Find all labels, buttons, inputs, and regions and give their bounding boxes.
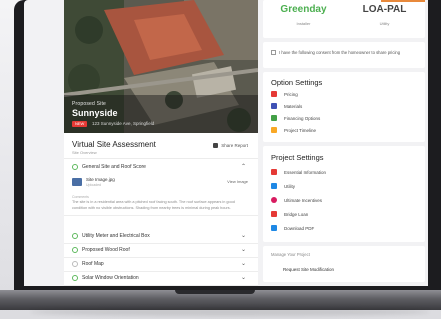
project-settings-title: Project Settings xyxy=(271,153,324,162)
app-screen: Proposed Site Sunnyside NEW 123 Sunnysid… xyxy=(24,0,428,286)
consent-row[interactable]: I have the following consent from the ho… xyxy=(271,50,401,56)
accordion-label: General Site and Roof Score xyxy=(82,164,146,170)
chevron-down-icon[interactable]: ⌄ xyxy=(241,274,246,281)
accordion-roof-map[interactable]: Roof Map ⌄ xyxy=(64,257,258,272)
consent-checkbox[interactable] xyxy=(271,50,276,56)
grid-icon xyxy=(271,103,277,109)
accordion-general-site[interactable]: General Site and Roof Score ⌃ Site Image… xyxy=(64,160,258,216)
accordion-proposed-roof[interactable]: Proposed Wood Roof ⌄ xyxy=(64,243,258,258)
settings-panel: Greenday Installer LOA-PAL Utility I hav… xyxy=(263,0,425,286)
accordion-label: Roof Map xyxy=(82,261,104,267)
manage-project-label: Manage Your Project xyxy=(271,252,310,257)
comments-label: Comments xyxy=(72,195,89,199)
project-label: Ultimate Incentives xyxy=(284,197,323,203)
accordion-label: Solar Window Orientation xyxy=(82,275,139,281)
tag-icon xyxy=(271,197,277,203)
check-circle-icon xyxy=(72,275,78,281)
file-name: Site Image.jpg xyxy=(86,177,115,182)
status-badge: NEW xyxy=(72,121,88,127)
option-label: Materials xyxy=(284,103,303,109)
kpi-label: Utility xyxy=(379,21,390,26)
assessment-header: Virtual Site Assessment Site Overview Sh… xyxy=(64,135,258,159)
accordion-solar-window[interactable]: Solar Window Orientation ⌄ xyxy=(64,271,258,286)
bolt-icon xyxy=(271,183,277,189)
site-caption: Proposed Site xyxy=(72,101,107,107)
circle-icon xyxy=(72,261,78,267)
comments-text: The site is in a residential area with a… xyxy=(72,200,235,210)
kpi-card: Greenday Installer LOA-PAL Utility xyxy=(263,0,425,38)
laptop-notch xyxy=(175,290,255,294)
consent-text: I have the following consent from the ho… xyxy=(279,50,401,55)
view-image-link[interactable]: View Image xyxy=(227,179,248,184)
dollar-icon xyxy=(271,91,277,97)
check-circle-icon xyxy=(72,247,78,253)
project-settings-card: Project Settings Essential Information U… xyxy=(263,146,425,242)
image-thumbnail xyxy=(72,178,82,186)
site-address: 123 Sunnyside Ave, Springfield xyxy=(92,121,155,126)
kpi-value: LOA-PAL xyxy=(362,4,407,15)
assessment-subtitle: Site Overview xyxy=(72,150,97,155)
file-status: Uploaded xyxy=(86,183,101,187)
info-icon xyxy=(271,169,277,175)
timeline-icon xyxy=(271,127,277,133)
chevron-up-icon[interactable]: ⌃ xyxy=(241,163,246,170)
option-settings-card: Option Settings Pricing Materials Financ… xyxy=(263,72,425,142)
project-label: Essential Information xyxy=(284,169,327,175)
bank-icon xyxy=(271,115,277,121)
kpi-utility: LOA-PAL Utility xyxy=(344,0,425,38)
option-label: Project Timeline xyxy=(284,127,317,133)
site-name: Sunnyside xyxy=(72,108,118,118)
option-settings-title: Option Settings xyxy=(271,78,323,87)
option-label: Financing Options xyxy=(284,115,321,121)
aerial-site-image: Proposed Site Sunnyside NEW 123 Sunnysid… xyxy=(64,0,258,133)
laptop-shadow xyxy=(30,308,430,316)
chevron-down-icon[interactable]: ⌄ xyxy=(241,260,246,267)
file-item[interactable]: Site Image.jpg Uploaded View Image xyxy=(72,176,250,192)
share-icon xyxy=(213,143,219,149)
check-circle-icon xyxy=(72,164,78,170)
project-label: Bridge Loan xyxy=(284,211,309,217)
option-label: Pricing xyxy=(284,91,298,97)
bridge-icon xyxy=(271,211,277,217)
share-report-button[interactable]: Share Report xyxy=(213,143,248,149)
accordion-utility-meter[interactable]: Utility Meter and Electrical Box ⌄ xyxy=(64,229,258,244)
share-label: Share Report xyxy=(221,143,248,148)
download-icon xyxy=(271,225,277,231)
kpi-installer: Greenday Installer xyxy=(263,0,344,38)
check-circle-icon xyxy=(72,233,78,239)
request-modification-link[interactable]: Request Site Modification xyxy=(283,267,334,272)
chevron-down-icon[interactable]: ⌄ xyxy=(241,246,246,253)
assessment-title: Virtual Site Assessment xyxy=(72,140,156,149)
chevron-down-icon[interactable]: ⌄ xyxy=(241,232,246,239)
kpi-label: Installer xyxy=(296,21,311,26)
assessment-panel: Proposed Site Sunnyside NEW 123 Sunnysid… xyxy=(64,0,258,286)
project-label: Utility xyxy=(284,183,295,189)
accordion-label: Utility Meter and Electrical Box xyxy=(82,233,150,239)
accordion-label: Proposed Wood Roof xyxy=(82,247,130,253)
project-label: Download PDF xyxy=(284,225,315,231)
kpi-value: Greenday xyxy=(280,4,327,15)
